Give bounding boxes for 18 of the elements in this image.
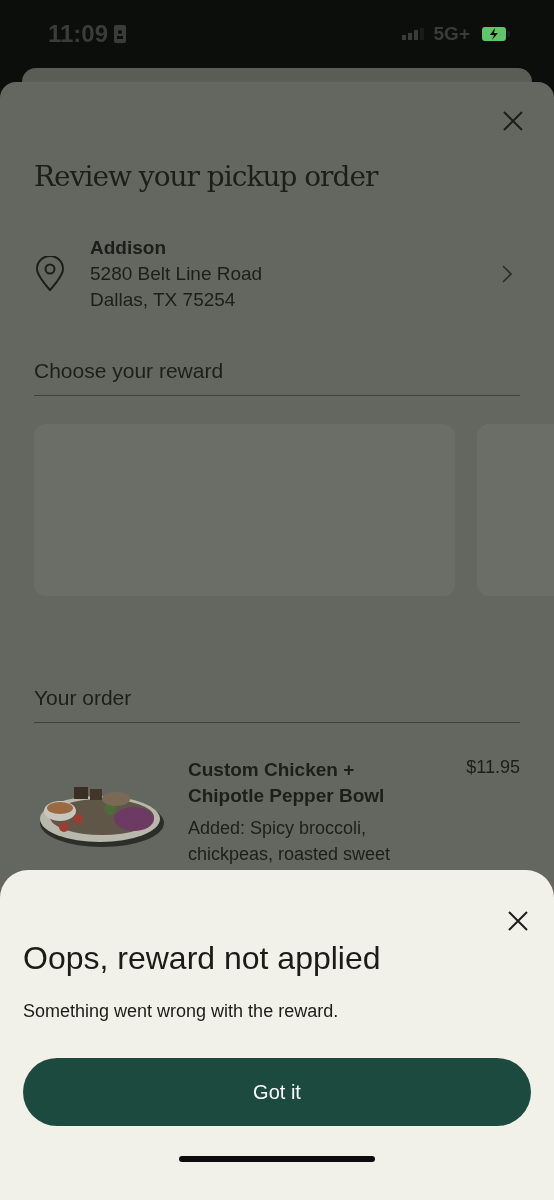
store-city: Dallas, TX 75254 xyxy=(90,288,237,312)
alert-title: Oops, reward not applied xyxy=(23,940,382,977)
signal-icon xyxy=(401,28,424,40)
close-icon[interactable] xyxy=(507,910,529,932)
store-name: Addison xyxy=(90,236,167,260)
location-pin-icon xyxy=(34,256,66,292)
item-details: Added: Spicy broccoli, chickpeas, roasted sweet xyxy=(188,817,392,866)
id-card-icon xyxy=(114,25,127,43)
got-it-button[interactable]: Got it xyxy=(23,1058,531,1126)
chevron-right-icon xyxy=(502,265,512,283)
alert-message: Something went wrong with the reward. xyxy=(23,1001,340,1022)
page-title: Review your pickup order xyxy=(34,160,379,193)
section-heading: Your order xyxy=(34,686,520,723)
item-price: $11.95 xyxy=(466,757,520,779)
store-address: 5280 Belt Line Road xyxy=(90,262,264,286)
section-heading: Choose your reward xyxy=(34,359,520,396)
battery-charging-icon xyxy=(482,27,510,41)
item-name: Custom Chicken + Chipotle Pepper Bowl xyxy=(188,758,386,808)
